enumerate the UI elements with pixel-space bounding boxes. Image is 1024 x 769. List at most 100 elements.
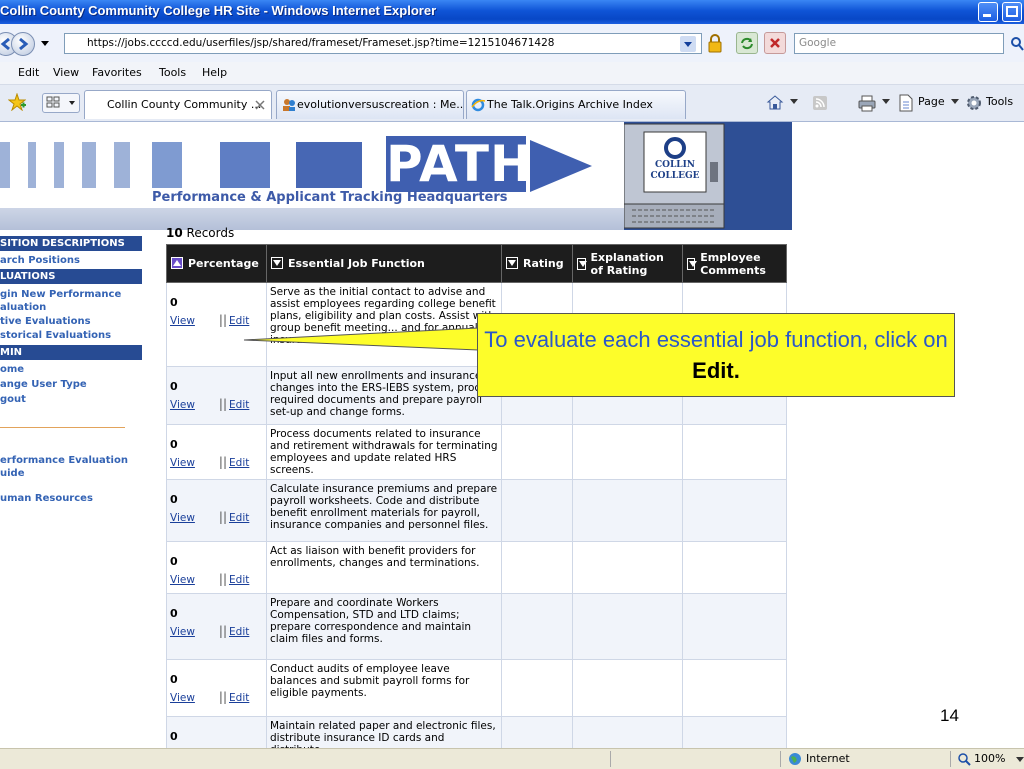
rating-cell [501, 479, 573, 542]
row-actions: View ||Edit [170, 624, 263, 638]
security-zone: Internet [806, 752, 850, 765]
chevron-down-icon[interactable] [951, 99, 959, 105]
function-cell: Process documents related to insurance a… [266, 424, 502, 480]
edit-link[interactable]: Edit [229, 399, 249, 411]
column-header-explanation[interactable]: Explanation of Rating [572, 244, 683, 283]
column-header-comments[interactable]: Employee Comments [682, 244, 787, 283]
percentage-value: 0 [170, 380, 178, 393]
view-link[interactable]: View [170, 399, 195, 411]
edit-link[interactable]: Edit [229, 692, 249, 704]
function-cell: Act as liaison with benefit providers fo… [266, 541, 502, 594]
sidebar: SITION DESCRIPTIONS arch Positions LUATI… [0, 234, 146, 748]
sidebar-item-home[interactable]: ome [0, 363, 24, 376]
sidebar-item-human-resources[interactable]: uman Resources [0, 492, 93, 505]
page-icon[interactable] [898, 94, 914, 112]
stop-button[interactable] [764, 32, 786, 54]
gear-icon[interactable] [965, 94, 983, 112]
percentage-value: 0 [170, 730, 178, 743]
tools-menu[interactable]: Tools [986, 95, 1013, 108]
minimize-icon [983, 14, 991, 17]
sort-descending-icon [577, 257, 587, 270]
comments-cell [682, 424, 787, 480]
sidebar-item-evaluation-guide[interactable]: erformance Evaluation [0, 454, 128, 467]
percentage-cell: 0 View ||Edit [166, 479, 267, 542]
link-separator: || [218, 624, 228, 638]
table-row: 0 View || Edit Act as liaison with benefit p… [166, 541, 787, 594]
edit-link[interactable]: Edit [229, 626, 249, 638]
home-icon[interactable] [766, 94, 784, 110]
chevron-down-icon[interactable] [1016, 757, 1024, 763]
lock-icon[interactable] [707, 34, 723, 53]
zoom-icon[interactable] [957, 752, 971, 766]
forward-button[interactable] [11, 32, 35, 56]
menu-view[interactable]: View [53, 66, 79, 79]
column-header-function[interactable]: Essential Job Function [266, 244, 502, 283]
view-link[interactable]: View [170, 626, 195, 638]
chevron-down-icon[interactable] [882, 99, 890, 105]
view-link[interactable]: View [170, 692, 195, 704]
search-icon[interactable] [1010, 36, 1024, 52]
page-menu[interactable]: Page [918, 95, 945, 108]
sidebar-item-historical-evaluations[interactable]: storical Evaluations [0, 329, 111, 342]
quick-tabs-button[interactable] [42, 93, 80, 113]
banner-stripe [220, 142, 270, 188]
view-link[interactable]: View [170, 512, 195, 524]
view-link[interactable]: View [170, 457, 195, 469]
chevron-down-icon[interactable] [790, 99, 798, 105]
sidebar-item-active-evaluations[interactable]: tive Evaluations [0, 315, 91, 328]
close-tab-icon[interactable] [255, 100, 265, 110]
edit-link[interactable]: Edit [229, 457, 249, 469]
menu-edit[interactable]: Edit [18, 66, 39, 79]
address-bar: https://jobs.ccccd.edu/userfiles/jsp/sha… [0, 24, 1024, 63]
feeds-icon[interactable] [812, 95, 828, 111]
sidebar-heading-evaluations: LUATIONS [0, 269, 142, 284]
menu-favorites[interactable]: Favorites [92, 66, 142, 79]
sidebar-heading-admin: MIN [0, 345, 142, 360]
maximize-button[interactable] [1002, 2, 1022, 22]
row-actions: View ||Edit [170, 572, 263, 586]
link-separator: || [218, 690, 228, 704]
sidebar-item-begin-evaluation[interactable]: gin New Performance [0, 288, 121, 301]
page-content: PATH Performance & Applicant Tracking He… [0, 122, 1024, 748]
chevron-down-icon[interactable] [680, 36, 696, 52]
minimize-button[interactable] [978, 2, 998, 22]
refresh-button[interactable] [736, 32, 758, 54]
column-header-percentage[interactable]: Percentage [166, 244, 267, 283]
sidebar-item-search-positions[interactable]: arch Positions [0, 254, 80, 267]
menu-help[interactable]: Help [202, 66, 227, 79]
tab-evolution[interactable]: evolutionversuscreation : Me... [276, 90, 464, 119]
add-favorites-star-icon[interactable] [8, 93, 26, 111]
edit-link[interactable]: Edit [229, 512, 249, 524]
users-icon [283, 99, 295, 111]
ie-page-icon [471, 98, 485, 112]
sort-descending-icon [687, 257, 698, 270]
records-number: 10 [166, 226, 183, 240]
row-actions: View ||Edit [170, 397, 263, 411]
explanation-cell [572, 479, 683, 542]
sidebar-item-begin-evaluation-cont[interactable]: aluation [0, 301, 46, 314]
maximize-icon [1006, 6, 1018, 17]
rating-cell [501, 424, 573, 480]
tab-talk-origins[interactable]: The Talk.Origins Archive Index [466, 90, 686, 119]
sidebar-item-logout[interactable]: gout [0, 393, 26, 406]
menu-tools[interactable]: Tools [159, 66, 186, 79]
edit-link[interactable]: Edit [229, 574, 249, 586]
history-dropdown-icon[interactable] [40, 40, 50, 48]
table-row: 0 View || Edit Prepare and coordinate Worker… [166, 593, 787, 660]
play-arrow-icon [530, 140, 592, 192]
sidebar-item-change-user-type[interactable]: ange User Type [0, 378, 87, 391]
printer-icon[interactable] [858, 94, 876, 112]
tab-collin-county[interactable]: Collin County Community ... [84, 90, 272, 119]
view-link[interactable]: View [170, 315, 195, 327]
status-divider [780, 751, 781, 767]
column-header-rating[interactable]: Rating [501, 244, 573, 283]
sidebar-item-evaluation-guide-cont[interactable]: uide [0, 467, 25, 480]
comments-cell [682, 716, 787, 748]
zoom-level[interactable]: 100% [974, 752, 1005, 765]
address-input[interactable]: https://jobs.ccccd.edu/userfiles/jsp/sha… [64, 33, 702, 54]
function-cell: Maintain related paper and electronic fi… [266, 716, 502, 748]
table-row: 0 View || Edit Calculate insurance premiums … [166, 479, 787, 542]
search-input[interactable]: Google [794, 33, 1004, 54]
view-link[interactable]: View [170, 574, 195, 586]
rating-cell [501, 659, 573, 717]
